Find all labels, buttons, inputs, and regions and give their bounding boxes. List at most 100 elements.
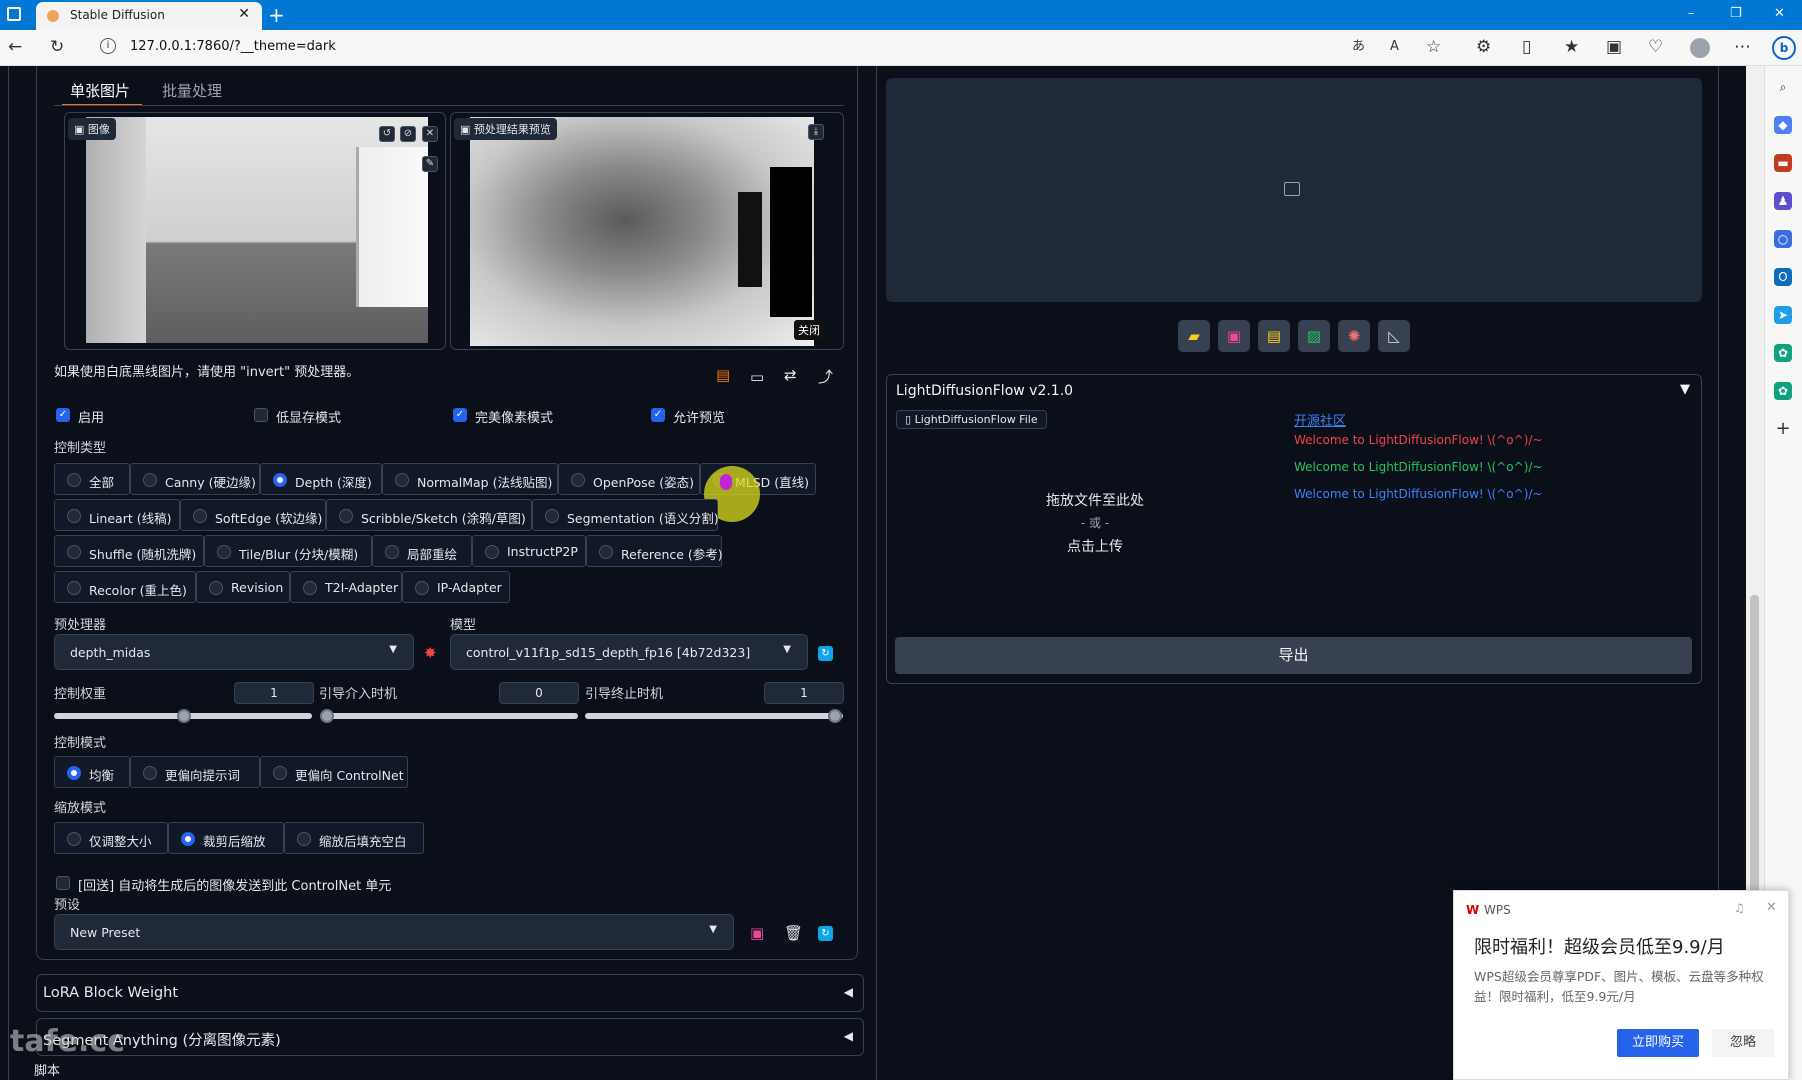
radio-t2i-adapter[interactable]: T2I-Adapter	[290, 571, 402, 603]
guidance-start-handle[interactable]	[320, 709, 334, 723]
weight-input[interactable]: 1	[234, 682, 314, 704]
guidance-end-input[interactable]: 1	[764, 682, 844, 704]
office-icon[interactable]: ○	[1774, 230, 1792, 248]
community-link[interactable]: 开源社区	[1294, 410, 1346, 429]
radio-resize-fill[interactable]: 缩放后填充空白	[284, 822, 424, 854]
radio-shuffle[interactable]: Shuffle (随机洗牌)	[54, 535, 204, 567]
refresh-presets-icon[interactable]: ↻	[818, 926, 833, 941]
radio-recolor[interactable]: Recolor (重上色)	[54, 571, 196, 603]
restore-button[interactable]: ❐	[1730, 6, 1742, 21]
image-icon[interactable]: ▨	[1298, 320, 1330, 352]
refresh-models-icon[interactable]: ↻	[818, 646, 833, 661]
save-icon[interactable]: ▣	[1218, 320, 1250, 352]
radio-balanced[interactable]: 均衡	[54, 756, 130, 788]
bell-icon[interactable]: ♫	[1734, 901, 1745, 915]
preset-dropdown[interactable]: New Preset ▼	[54, 914, 734, 950]
clear-brush-icon[interactable]: ⊘	[400, 126, 416, 142]
guidance-start-slider[interactable]	[320, 713, 578, 719]
radio-openpose[interactable]: OpenPose (姿态)	[558, 463, 700, 495]
save-preset-icon[interactable]: ▣	[750, 924, 764, 942]
back-icon[interactable]: ←	[8, 38, 22, 56]
add-icon[interactable]: +	[1774, 420, 1792, 438]
run-preprocessor-icon[interactable]: ✸	[424, 644, 437, 662]
radio-scribble[interactable]: Scribble/Sketch (涂鸦/草图)	[326, 499, 532, 531]
radio-inpaint[interactable]: 局部重绘	[372, 535, 472, 567]
ignore-button[interactable]: 忽略	[1712, 1029, 1774, 1057]
weight-slider-handle[interactable]	[177, 709, 191, 723]
search-icon[interactable]: ⌕	[1774, 78, 1792, 96]
low-vram-checkbox[interactable]	[254, 408, 268, 422]
favorites-bar-icon[interactable]: ★	[1564, 38, 1579, 56]
radio-segmentation[interactable]: Segmentation (语义分割)	[532, 499, 719, 531]
close-popup-icon[interactable]: ✕	[1766, 900, 1777, 915]
radio-reference[interactable]: Reference (参考)	[586, 535, 723, 567]
radio-crop-resize[interactable]: 裁剪后缩放	[168, 822, 284, 854]
radio-canny[interactable]: Canny (硬边缘)	[130, 463, 260, 495]
chatgpt-alt-icon[interactable]: ✿	[1774, 382, 1792, 400]
undo-icon[interactable]: ↺	[379, 126, 395, 142]
radio-all[interactable]: 全部	[54, 463, 130, 495]
radio-tile[interactable]: Tile/Blur (分块/模糊)	[204, 535, 372, 567]
export-button[interactable]: 导出	[895, 637, 1692, 674]
translate-icon[interactable]: あ	[1352, 38, 1365, 56]
send-icon[interactable]: ➤	[1774, 306, 1792, 324]
shopping-icon[interactable]: ◆	[1774, 116, 1792, 134]
segment-anything-accordion[interactable]: Segment Anything (分离图像元素) ◀	[36, 1018, 864, 1056]
extensions-icon[interactable]: ⚙	[1476, 38, 1491, 56]
swap-icon[interactable]: ⇄	[784, 366, 797, 384]
tools-icon[interactable]: ▬	[1774, 154, 1792, 172]
loopback-checkbox[interactable]	[56, 876, 70, 890]
radio-normalmap[interactable]: NormalMap (法线贴图)	[382, 463, 558, 495]
ruler-icon[interactable]: ◺	[1378, 320, 1410, 352]
radio-controlnet-priority[interactable]: 更偏向 ControlNet	[260, 756, 408, 788]
zip-icon[interactable]: ▤	[1258, 320, 1290, 352]
radio-ip-adapter[interactable]: IP-Adapter	[402, 571, 510, 603]
people-icon[interactable]: ♟	[1774, 192, 1792, 210]
info-icon[interactable]: i	[100, 38, 116, 54]
file-drop-zone[interactable]: 拖放文件至此处 - 或 - 点击上传	[895, 430, 1295, 625]
avatar[interactable]	[1690, 38, 1710, 58]
folder-icon[interactable]: ▰	[1178, 320, 1210, 352]
address-bar[interactable]: 127.0.0.1:7860/?__theme=dark	[130, 39, 336, 54]
performance-icon[interactable]: ♡	[1648, 38, 1663, 56]
split-screen-icon[interactable]: ▯	[1522, 38, 1531, 56]
model-dropdown[interactable]: control_v11f1p_sd15_depth_fp16 [4b72d323…	[450, 634, 808, 670]
chatgpt-icon[interactable]: ✿	[1774, 344, 1792, 362]
new-tab-button[interactable]: +	[268, 3, 285, 27]
read-aloud-icon[interactable]: A	[1390, 38, 1399, 56]
lora-block-weight-accordion[interactable]: LoRA Block Weight ◀	[36, 974, 864, 1012]
guidance-end-slider[interactable]	[585, 713, 843, 719]
radio-just-resize[interactable]: 仅调整大小	[54, 822, 168, 854]
buy-now-button[interactable]: 立即购买	[1617, 1029, 1699, 1057]
camera-icon[interactable]: ▭	[750, 368, 764, 386]
preprocessor-dropdown[interactable]: depth_midas ▼	[54, 634, 414, 670]
close-window-button[interactable]: ✕	[1774, 6, 1785, 21]
delete-preset-icon[interactable]: 🗑	[784, 924, 803, 942]
tab-single-image[interactable]: 单张图片	[70, 80, 130, 101]
download-icon[interactable]: ⤓	[808, 124, 824, 140]
radio-softedge[interactable]: SoftEdge (软边缘)	[180, 499, 326, 531]
browser-tab[interactable]: Stable Diffusion ✕	[36, 2, 262, 30]
send-dimensions-icon[interactable]: ⤴	[818, 366, 833, 387]
pixel-perfect-checkbox[interactable]: ✓	[453, 408, 467, 422]
palette-icon[interactable]: ✺	[1338, 320, 1370, 352]
document-icon[interactable]: ▤	[716, 366, 730, 384]
radio-prompt-priority[interactable]: 更偏向提示词	[130, 756, 260, 788]
minimize-button[interactable]: –	[1688, 6, 1695, 21]
more-icon[interactable]: ⋯	[1734, 38, 1751, 56]
close-icon[interactable]: ✕	[422, 126, 438, 142]
outlook-icon[interactable]: O	[1774, 268, 1792, 286]
tab-batch[interactable]: 批量处理	[162, 80, 222, 101]
close-preview-button[interactable]: 关闭	[794, 320, 824, 340]
guidance-end-handle[interactable]	[828, 709, 842, 723]
tab-actions-icon[interactable]	[7, 7, 21, 21]
close-tab-icon[interactable]: ✕	[238, 6, 250, 22]
radio-depth[interactable]: Depth (深度)	[260, 463, 382, 495]
guidance-start-input[interactable]: 0	[499, 682, 579, 704]
radio-revision[interactable]: Revision	[196, 571, 290, 603]
radio-instructp2p[interactable]: InstructP2P	[472, 535, 586, 567]
favorite-icon[interactable]: ☆	[1426, 38, 1441, 56]
allow-preview-checkbox[interactable]: ✓	[651, 408, 665, 422]
brush-icon[interactable]: ✎	[422, 156, 438, 172]
radio-lineart[interactable]: Lineart (线稿)	[54, 499, 180, 531]
